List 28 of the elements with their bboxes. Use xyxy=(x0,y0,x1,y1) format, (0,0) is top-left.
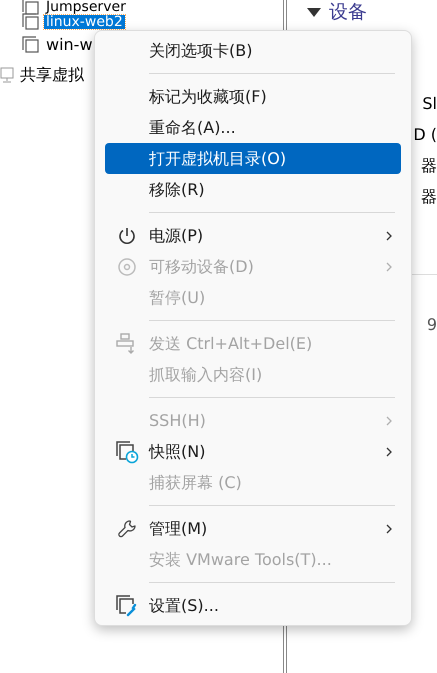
device-label: 器 xyxy=(421,186,437,208)
tree-item[interactable]: win-w xyxy=(44,33,95,57)
device-label: 器 xyxy=(421,155,437,177)
settings-icon xyxy=(115,594,139,618)
tree-item[interactable]: linux-web2 xyxy=(44,15,125,29)
menu-item[interactable]: 电源(P) xyxy=(105,220,401,251)
menu-item[interactable]: 快照(N) xyxy=(105,436,401,467)
section-heading: 设备 xyxy=(329,0,367,25)
power-icon xyxy=(117,226,137,246)
snapshot-icon xyxy=(115,440,139,464)
menu-item[interactable]: 移除(R) xyxy=(105,174,401,205)
device-label: D ( xyxy=(413,124,437,146)
wrench-icon xyxy=(117,518,137,538)
menu-item[interactable]: 标记为收藏项(F) xyxy=(105,81,401,112)
menu-item[interactable]: 打开虚拟机目录(O) xyxy=(105,143,401,174)
tree-item[interactable]: 共享虚拟 xyxy=(18,63,86,87)
device-label: Sl xyxy=(422,93,437,115)
menu-item[interactable]: 重命名(A)... xyxy=(105,112,401,143)
menu-item[interactable]: 管理(M) xyxy=(105,513,401,544)
detail-value: 9 xyxy=(426,314,437,336)
disc-icon xyxy=(117,256,137,276)
collapse-triangle-icon xyxy=(307,8,321,16)
tree-item[interactable]: Jumpserver xyxy=(44,0,128,14)
menu-item[interactable]: 关闭选项卡(B) xyxy=(105,35,401,66)
vm-icon xyxy=(22,36,40,54)
vm-icon xyxy=(22,13,40,31)
menu-item[interactable]: 设置(S)... xyxy=(105,590,401,621)
computer-icon xyxy=(0,67,14,83)
